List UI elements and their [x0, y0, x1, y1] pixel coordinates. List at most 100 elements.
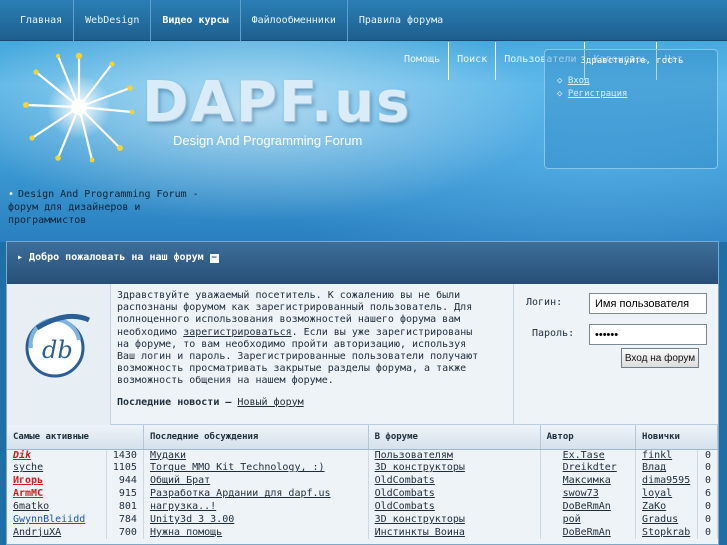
active-user-link[interactable]: Игорь [13, 475, 43, 486]
newbie-link[interactable]: Влад [642, 462, 666, 473]
welcome-text-fragment: . Если вы уже зарегистрированы [291, 326, 473, 338]
password-label: Пароль: [532, 328, 575, 339]
header-most-active: Самые активные [7, 425, 144, 450]
guest-link-item: ◇ Вход [557, 75, 627, 88]
table-row: GwynnBleiidd 784 Unity3d 3 3.00 3D конст… [7, 513, 718, 527]
tagline-text: Design And Programming Forum - форум для… [8, 189, 199, 226]
active-user-link[interactable]: ArmMC [13, 488, 43, 499]
post-count: 944 [106, 474, 144, 488]
welcome-row: db Здравствуйте уважаемый посетитель. К … [7, 284, 718, 425]
arrow-icon: ▸ [17, 252, 30, 263]
forum-link[interactable]: 3D конструкторы [375, 514, 465, 525]
post-count: 700 [106, 526, 144, 540]
db-emblem-icon: db [25, 313, 91, 378]
welcome-text-fragment: необходимо [117, 326, 178, 338]
active-user-link[interactable]: GwynnBleiidd [13, 514, 85, 525]
newbie-count: 0 [697, 500, 718, 514]
guest-greeting: Здравствуйте, гость [580, 56, 684, 66]
news-label: Последние новости – [117, 396, 232, 408]
header-author: Автор [540, 425, 637, 450]
active-user-link[interactable]: AndrjuXA [13, 527, 61, 538]
register-link[interactable]: зарегистрироваться [183, 327, 291, 338]
guest-register-link[interactable]: Регистрация [568, 89, 628, 99]
topic-link[interactable]: Нужна помощь [150, 527, 222, 538]
username-field[interactable] [589, 293, 707, 314]
table-row: Dik 1430 Мудаки Пользователям Ex.Tase fi… [7, 449, 718, 462]
topic-link[interactable]: Мудаки [150, 450, 186, 461]
svg-text:db: db [42, 336, 73, 364]
welcome-line: полноценного использования возможностей … [117, 314, 461, 326]
login-submit-button[interactable]: Вход на форум [621, 348, 699, 368]
author-link[interactable]: swow73 [563, 488, 599, 499]
newbie-count: 0 [697, 513, 718, 527]
forum-link[interactable]: 3D конструкторы [375, 462, 465, 473]
post-count: 915 [106, 487, 144, 501]
welcome-line: Ваш логин и пароль. Зарегистрированные п… [117, 351, 479, 363]
nav-video-courses[interactable]: Видео курсы [151, 0, 241, 41]
table-row: ArmMC 915 Разработка Ардании для dapf.us… [7, 487, 718, 501]
author-link[interactable]: Максимка [563, 475, 611, 486]
forum-link[interactable]: Пользователям [375, 450, 453, 461]
active-user-link[interactable]: syche [13, 462, 43, 473]
table-row: Игорь 944 Общий Брат OldCombats Максимка… [7, 474, 718, 488]
panel-title: Добро пожаловать на наш форум [29, 252, 204, 263]
star-logo-icon [23, 52, 135, 163]
newbie-link[interactable]: ZaKo [642, 501, 666, 512]
welcome-line: Здравствуйте уважаемый посетитель. К сож… [117, 290, 461, 301]
site-logo-text: DAPF.us [142, 70, 412, 135]
topic-link[interactable]: Общий Брат [150, 475, 210, 486]
guest-box: Здравствуйте, гость ◇ Вход ◇ Регистрация [544, 49, 718, 169]
author-link[interactable]: рой [563, 514, 581, 525]
post-count: 801 [106, 500, 144, 514]
active-user-link[interactable]: Dik [13, 450, 31, 461]
nav-home[interactable]: Главная [0, 0, 75, 41]
login-form: Логин: Пароль: Вход на форум [513, 284, 720, 425]
password-field[interactable] [589, 324, 707, 345]
panel-header: ▸ Добро пожаловать на наш форум − [7, 242, 718, 284]
post-count: 784 [106, 513, 144, 527]
site-logo-subtitle: Design And Programming Forum [173, 133, 363, 148]
newbie-link[interactable]: finkl [642, 450, 672, 461]
newbie-link[interactable]: loyal [642, 488, 672, 499]
welcome-line: возможность просматривать закрытые разде… [117, 363, 467, 375]
author-link[interactable]: Dreikdter [563, 462, 617, 473]
header-in-forum: В форуме [368, 425, 541, 450]
collapse-icon[interactable]: − [209, 254, 219, 263]
author-link[interactable]: DoBeRmAn [563, 527, 611, 538]
welcome-line: необходимо зарегистрироваться. Если вы у… [117, 327, 512, 339]
author-link[interactable]: Ex.Tase [563, 450, 605, 461]
table-row: AndrjuXA 700 Нужна помощь Инстинкты Воин… [7, 526, 718, 540]
newbie-count: 6 [697, 487, 718, 501]
forum-link[interactable]: OldCombats [375, 501, 435, 512]
newbie-link[interactable]: Stopkrab [642, 527, 690, 538]
author-link[interactable]: DoBeRmAn [563, 501, 611, 512]
post-count: 1430 [106, 449, 144, 462]
welcome-message: Здравствуйте уважаемый посетитель. К сож… [117, 290, 512, 409]
active-user-link[interactable]: 6matko [13, 501, 49, 512]
forum-emblem: db [7, 284, 111, 425]
newbie-count: 0 [697, 474, 718, 488]
nav-file-hosts[interactable]: Файлообменники [241, 0, 348, 41]
welcome-panel: ▸ Добро пожаловать на наш форум − db Здра… [6, 241, 719, 545]
newbie-link[interactable]: Gradus [642, 514, 678, 525]
topic-link[interactable]: нагрузка..! [150, 501, 216, 512]
diamond-icon: ◇ [557, 76, 568, 86]
forum-link[interactable]: Инстинкты Воина [375, 527, 465, 538]
guest-login-link[interactable]: Вход [568, 76, 590, 86]
welcome-line: возможность общения на нашем форуме. [117, 375, 334, 387]
subnav-search[interactable]: Поиск [449, 42, 497, 80]
forum-link[interactable]: OldCombats [375, 475, 435, 486]
topic-link[interactable]: Unity3d 3 3.00 [150, 514, 234, 525]
topic-link[interactable]: Torque MMO Kit Technology, :) [150, 462, 325, 473]
newbie-count: 0 [697, 526, 718, 540]
topic-link[interactable]: Разработка Ардании для dapf.us [150, 488, 331, 499]
newbie-link[interactable]: dima9595 [642, 475, 690, 486]
header-latest-topics: Последние обсуждения [143, 425, 369, 450]
news-link[interactable]: Новый форум [237, 397, 303, 408]
latest-news: Последние новости – Новый форум [117, 397, 512, 409]
table-header-row: Самые активные Последние обсуждения В фо… [7, 425, 718, 450]
nav-forum-rules[interactable]: Правила форума [348, 0, 454, 41]
table-row: 6matko 801 нагрузка..! OldCombats DoBeRm… [7, 500, 718, 514]
nav-webdesign[interactable]: WebDesign [74, 0, 152, 41]
forum-link[interactable]: OldCombats [375, 488, 435, 499]
